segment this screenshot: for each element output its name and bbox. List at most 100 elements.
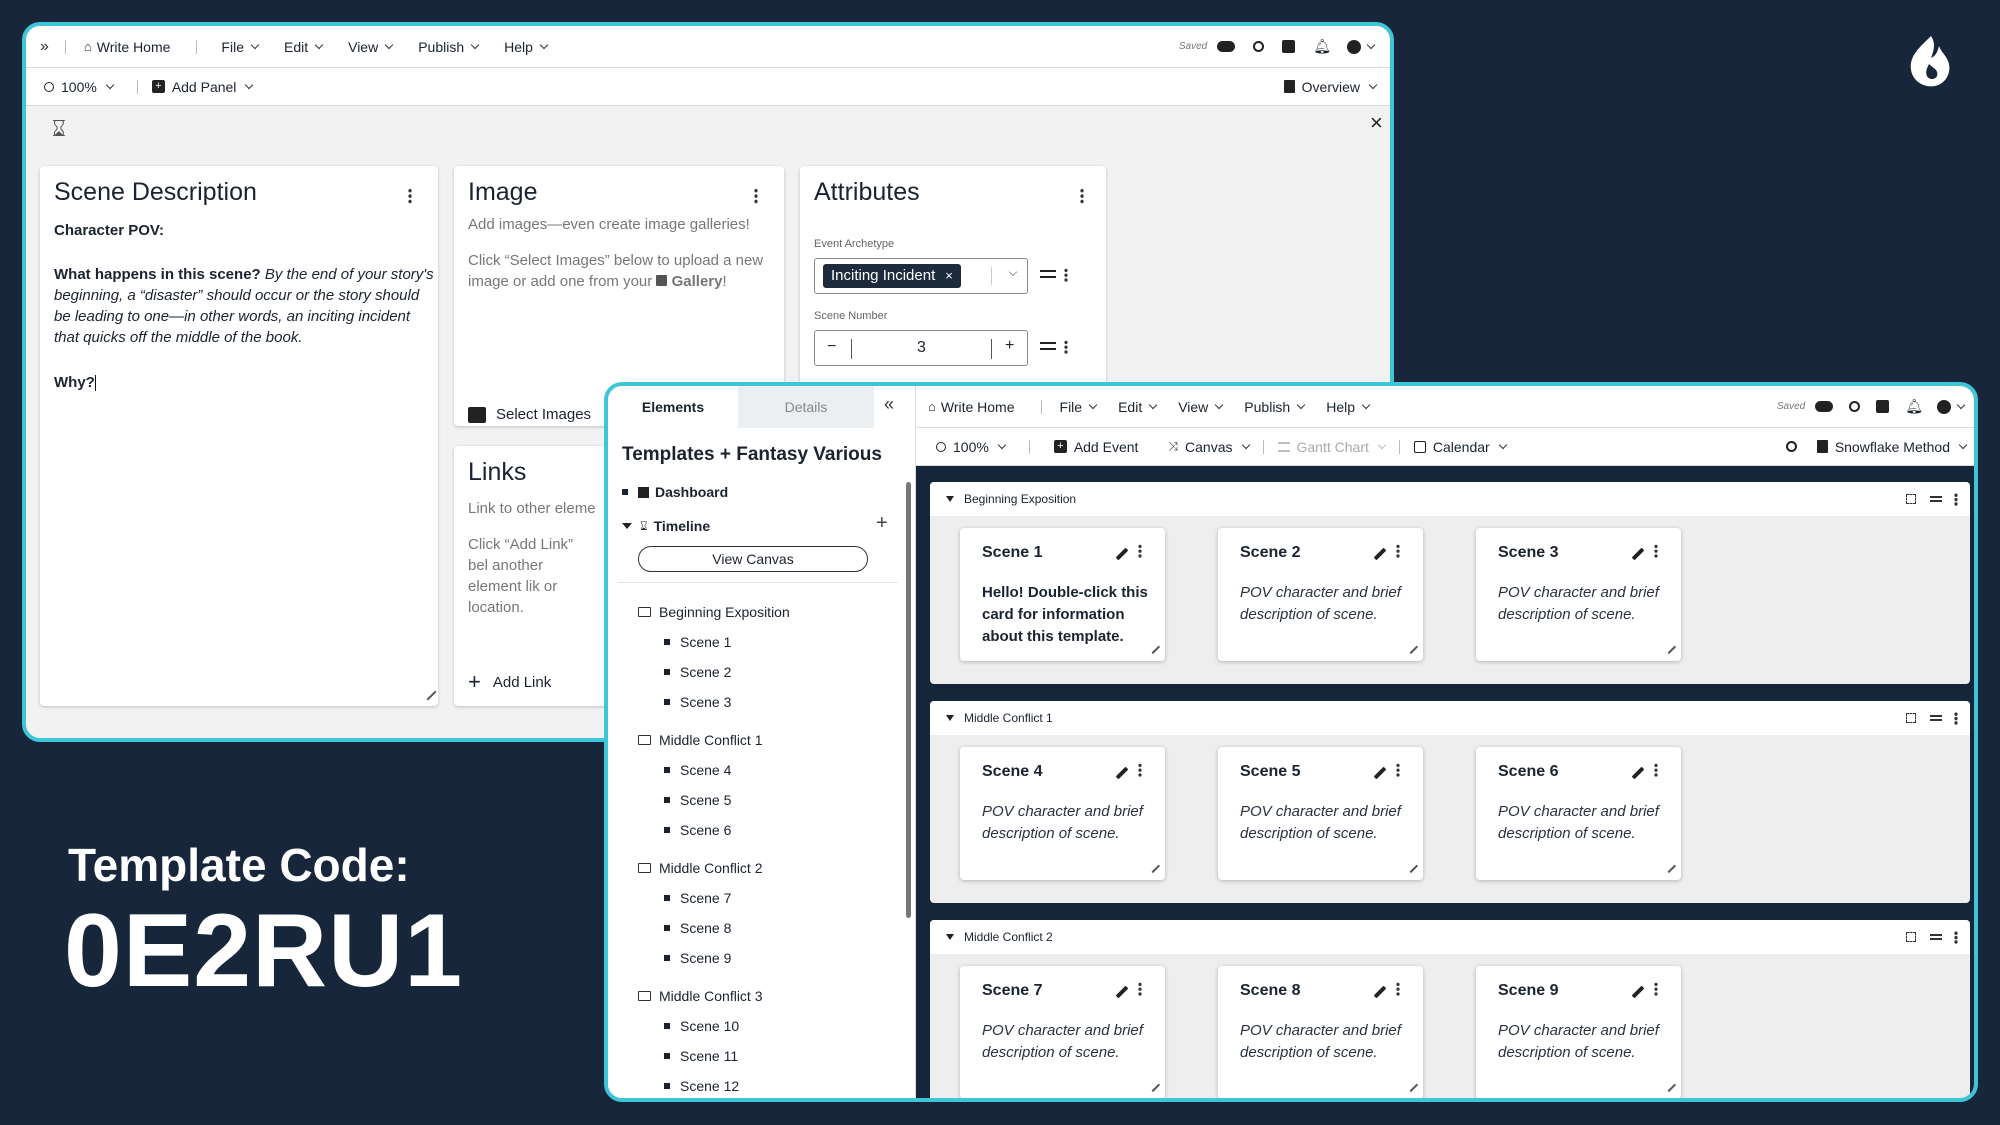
notes-icon[interactable] <box>1876 400 1890 413</box>
menu-edit[interactable]: Edit <box>284 39 324 55</box>
sidebar-scene-item[interactable]: Scene 10 <box>608 1018 915 1034</box>
menu-help[interactable]: Help <box>504 39 549 55</box>
sidebar-item-timeline[interactable]: ⌛︎ Timeline <box>608 518 915 534</box>
panel-menu-icon[interactable] <box>408 188 412 204</box>
card-menu-icon[interactable] <box>1138 544 1142 558</box>
menu-view[interactable]: View <box>348 39 394 55</box>
tab-elements[interactable]: Elements <box>608 386 738 428</box>
menu-publish[interactable]: Publish <box>1244 399 1306 415</box>
edit-icon[interactable] <box>1115 985 1129 999</box>
why-label[interactable]: Why? <box>54 374 96 392</box>
edit-icon[interactable] <box>1373 766 1387 780</box>
sidebar-group[interactable]: Middle Conflict 2 <box>608 860 915 876</box>
calendar-select[interactable]: Calendar <box>1413 439 1507 455</box>
edit-icon[interactable] <box>1631 766 1645 780</box>
card-menu-icon[interactable] <box>1396 982 1400 996</box>
drag-handle-icon[interactable] <box>1930 934 1942 940</box>
panel-menu-icon[interactable] <box>754 188 758 204</box>
sidebar-scene-item[interactable]: Scene 4 <box>608 762 915 778</box>
scene-card[interactable]: Scene 1 Hello! Double-click this card for… <box>960 528 1165 661</box>
event-archetype-select[interactable]: Inciting Incident × <box>814 258 1028 294</box>
scene-number-stepper[interactable]: − 3 + <box>814 330 1028 366</box>
increment-button[interactable]: + <box>1005 337 1014 355</box>
menu-file[interactable]: File <box>1060 399 1098 415</box>
menu-write-home[interactable]: ⌂ Write Home <box>928 399 1015 415</box>
expand-sidebar-icon[interactable]: » <box>40 38 49 56</box>
sidebar-scene-item[interactable]: Scene 6 <box>608 822 915 838</box>
card-menu-icon[interactable] <box>1396 763 1400 777</box>
scene-card[interactable]: Scene 8 POV character and brief descripti… <box>1218 966 1423 1098</box>
group-menu-icon[interactable] <box>1954 930 1958 944</box>
edit-icon[interactable] <box>1115 547 1129 561</box>
card-menu-icon[interactable] <box>1654 982 1658 996</box>
sidebar-scene-item[interactable]: Scene 11 <box>608 1048 915 1064</box>
scene-card[interactable]: Scene 7 POV character and brief descripti… <box>960 966 1165 1098</box>
canvas-select[interactable]: ⤨ Canvas <box>1168 439 1250 455</box>
sidebar-group[interactable]: Middle Conflict 1 <box>608 732 915 748</box>
expand-icon[interactable] <box>622 523 632 529</box>
edit-icon[interactable] <box>1631 547 1645 561</box>
drag-handle-icon[interactable] <box>1040 270 1056 278</box>
group-header[interactable]: Beginning Exposition <box>930 482 1970 516</box>
sidebar-scene-item[interactable]: Scene 12 <box>608 1078 915 1094</box>
card-menu-icon[interactable] <box>1654 544 1658 558</box>
group-header[interactable]: Middle Conflict 1 <box>930 701 1970 735</box>
sidebar-item-dashboard[interactable]: Dashboard <box>608 484 915 500</box>
add-timeline-icon[interactable]: + <box>876 512 888 535</box>
view-canvas-button[interactable]: View Canvas <box>638 546 868 572</box>
drag-handle-icon[interactable] <box>1040 342 1056 350</box>
group-header[interactable]: Middle Conflict 2 <box>930 920 1970 954</box>
drag-handle-icon[interactable] <box>1930 715 1942 721</box>
remove-tag-icon[interactable]: × <box>945 264 953 288</box>
close-icon[interactable]: × <box>1370 110 1383 136</box>
sidebar-scene-item[interactable]: Scene 7 <box>608 890 915 906</box>
scene-number-value[interactable]: 3 <box>917 339 926 357</box>
scene-card[interactable]: Scene 5 POV character and brief descripti… <box>1218 747 1423 880</box>
method-select[interactable]: Snowflake Method <box>1816 439 1968 455</box>
resize-handle-icon[interactable] <box>419 683 437 701</box>
drag-handle-icon[interactable] <box>1930 496 1942 502</box>
add-event-button[interactable]: + Add Event <box>1053 439 1138 455</box>
add-link-button[interactable]: + Add Link <box>468 671 551 693</box>
group-menu-icon[interactable] <box>1954 492 1958 506</box>
account-icon[interactable] <box>1347 39 1361 54</box>
menu-write-home[interactable]: ⌂ Write Home <box>84 39 171 55</box>
search-icon[interactable] <box>1785 441 1797 452</box>
edit-icon[interactable] <box>1115 766 1129 780</box>
menu-edit[interactable]: Edit <box>1118 399 1158 415</box>
resize-handle-icon[interactable] <box>1661 639 1677 655</box>
gallery-link[interactable]: Gallery <box>672 273 723 290</box>
edit-icon[interactable] <box>1631 985 1645 999</box>
card-menu-icon[interactable] <box>1396 544 1400 558</box>
sidebar-scene-item[interactable]: Scene 5 <box>608 792 915 808</box>
scene-card[interactable]: Scene 9 POV character and brief descripti… <box>1476 966 1681 1098</box>
card-menu-icon[interactable] <box>1138 763 1142 777</box>
zoom-select[interactable]: 100% <box>44 79 115 95</box>
scene-description-text[interactable]: What happens in this scene? By the end o… <box>54 264 434 348</box>
expand-icon[interactable] <box>1906 713 1916 723</box>
zoom-select[interactable]: 100% <box>936 439 1007 455</box>
menu-help[interactable]: Help <box>1326 399 1371 415</box>
add-panel-button[interactable]: + Add Panel <box>151 79 254 95</box>
attribute-menu-icon[interactable] <box>1064 340 1068 354</box>
search-icon[interactable] <box>1849 401 1861 412</box>
bell-icon[interactable]: 🔔︎ <box>1905 398 1923 415</box>
resize-handle-icon[interactable] <box>1661 858 1677 874</box>
edit-icon[interactable] <box>1373 985 1387 999</box>
gantt-chart-select[interactable]: Gantt Chart <box>1277 439 1387 455</box>
select-images-button[interactable]: Select Images <box>468 406 591 423</box>
group-menu-icon[interactable] <box>1954 711 1958 725</box>
collapse-sidebar-icon[interactable]: « <box>884 394 894 415</box>
resize-handle-icon[interactable] <box>1145 1077 1161 1093</box>
menu-file[interactable]: File <box>221 39 260 55</box>
dropdown-chevron-icon[interactable] <box>1008 267 1018 277</box>
collapse-icon[interactable] <box>946 496 954 502</box>
collapse-icon[interactable] <box>946 715 954 721</box>
tab-details[interactable]: Details <box>738 386 874 428</box>
resize-handle-icon[interactable] <box>1661 1077 1677 1093</box>
card-menu-icon[interactable] <box>1138 982 1142 996</box>
collapse-icon[interactable] <box>946 934 954 940</box>
expand-icon[interactable] <box>1906 932 1916 942</box>
expand-icon[interactable] <box>1906 494 1916 504</box>
sidebar-group[interactable]: Middle Conflict 3 <box>608 988 915 1004</box>
